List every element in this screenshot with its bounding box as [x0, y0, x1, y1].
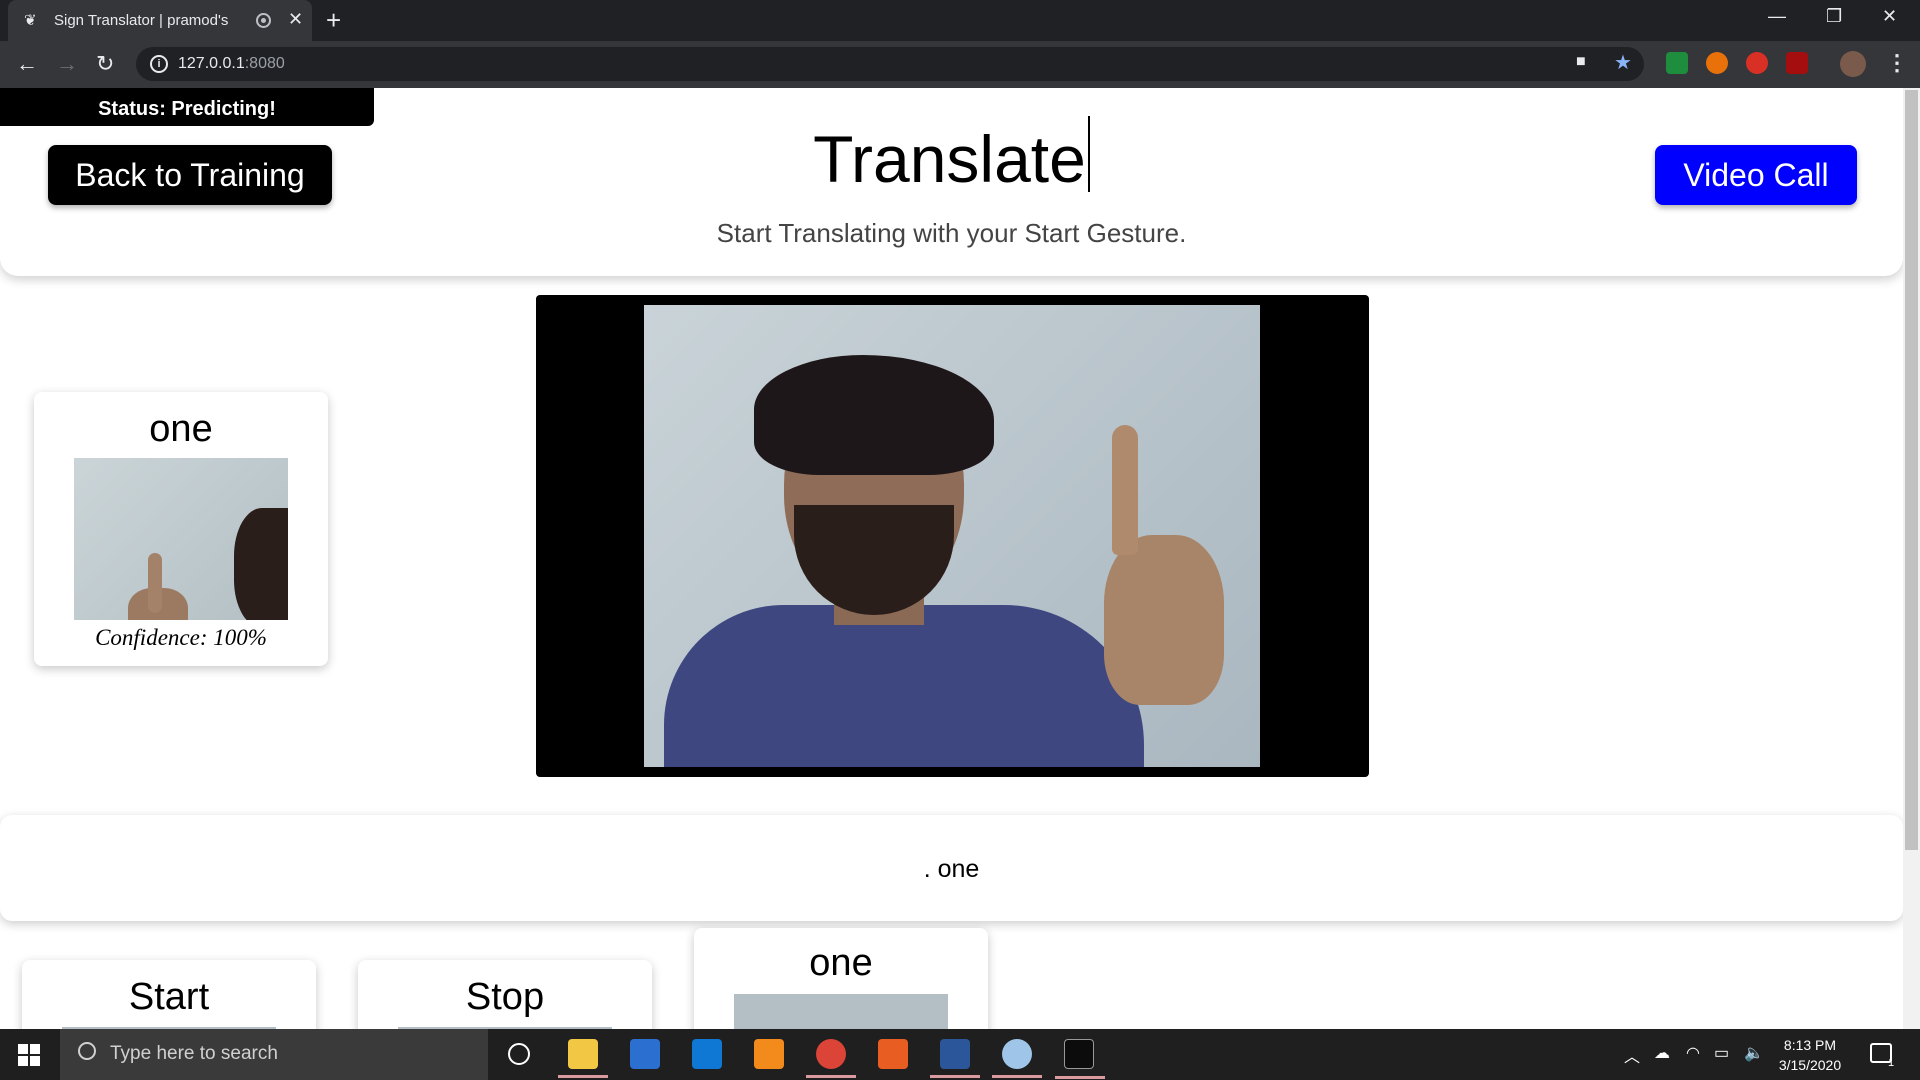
browser-tab-bar: ❦ Sign Translator | pramod's ✕ + — ❐ ✕: [0, 0, 1920, 41]
sublime-text-icon[interactable]: [754, 1039, 784, 1069]
gesture-thumbnail: [734, 994, 948, 1029]
person-beard: [794, 505, 954, 615]
recording-indicator-icon: [256, 13, 271, 28]
notification-count: 1: [1888, 1057, 1895, 1069]
person-hand: [1104, 535, 1224, 705]
sentence-output-card: . one: [0, 815, 1903, 921]
extension-icon[interactable]: [1666, 52, 1688, 74]
profile-avatar[interactable]: [1840, 51, 1866, 77]
browser-toolbar: ← → ↻ i 127.0.0.1:8080 ■ ★ ⋮: [0, 41, 1920, 88]
webcam-video-container: [536, 295, 1369, 777]
prediction-confidence: Confidence: 100%: [95, 625, 267, 650]
site-info-icon[interactable]: i: [150, 55, 168, 73]
new-tab-icon[interactable]: +: [326, 5, 341, 36]
gesture-card-stop[interactable]: Stop: [358, 960, 652, 1029]
person-hair: [754, 355, 994, 475]
back-arrow-icon[interactable]: ←: [16, 51, 38, 77]
video-call-button[interactable]: Video Call: [1655, 145, 1857, 205]
address-bar[interactable]: i 127.0.0.1:8080 ■ ★: [136, 47, 1644, 81]
header-card: Status: Predicting! Back to Training Tra…: [0, 88, 1903, 276]
tab-title: Sign Translator | pramod's: [54, 12, 229, 29]
bookmark-star-icon[interactable]: ★: [1614, 50, 1632, 75]
prediction-label: one: [149, 408, 213, 450]
page-title: Translate: [0, 116, 1903, 197]
gesture-label: Start: [128, 976, 210, 1018]
clock-time: 8:13 PM: [1783, 1037, 1837, 1053]
clock-date: 3/15/2020: [1778, 1057, 1842, 1073]
thumbnail-finger: [148, 553, 162, 613]
windows-start-icon[interactable]: [18, 1044, 40, 1066]
prediction-card: one Confidence: 100%: [34, 392, 328, 666]
scrollbar-thumb[interactable]: [1905, 90, 1918, 850]
onedrive-icon[interactable]: ☁: [1654, 1043, 1670, 1063]
taskbar-search-box[interactable]: Type here to search: [60, 1029, 488, 1080]
page-scrollbar[interactable]: [1903, 88, 1920, 1029]
windows-taskbar: Type here to search ︿ ☁ ◠ ▭ 🔈 8:13 PM 3/…: [0, 1029, 1920, 1080]
page-subtitle: Start Translating with your Start Gestur…: [716, 218, 1187, 248]
extension-icon[interactable]: [1706, 52, 1728, 74]
xampp-icon[interactable]: [878, 1039, 908, 1069]
url-port: :8080: [244, 55, 285, 72]
taskbar-clock[interactable]: 8:13 PM 3/15/2020: [1774, 1035, 1846, 1075]
reload-icon[interactable]: ↻: [96, 51, 114, 77]
person-shirt: [664, 605, 1144, 767]
gesture-label: one: [809, 942, 873, 984]
browser-tab[interactable]: ❦ Sign Translator | pramod's ✕: [8, 0, 312, 41]
mail-icon[interactable]: [692, 1039, 722, 1069]
gesture-card-start[interactable]: Start: [22, 960, 316, 1029]
page-title-text: Translate: [813, 122, 1086, 196]
terminal-icon[interactable]: [1055, 1039, 1105, 1079]
sentence-output: . one: [923, 855, 980, 883]
search-placeholder: Type here to search: [110, 1043, 278, 1064]
gesture-card-one[interactable]: one: [694, 928, 988, 1029]
forward-arrow-icon[interactable]: →: [56, 51, 78, 77]
person-finger: [1112, 425, 1138, 555]
restore-icon[interactable]: ❐: [1826, 6, 1842, 27]
close-tab-icon[interactable]: ✕: [288, 9, 303, 30]
paint-icon[interactable]: [992, 1039, 1042, 1078]
window-close-icon[interactable]: ✕: [1882, 6, 1897, 27]
site-favicon-icon: ❦: [24, 12, 37, 29]
file-explorer-icon[interactable]: [558, 1039, 608, 1078]
thumbnail-head: [234, 508, 288, 620]
wifi-icon[interactable]: ◠: [1686, 1043, 1700, 1063]
url-host: 127.0.0.1: [178, 55, 245, 72]
battery-icon[interactable]: ▭: [1714, 1043, 1729, 1063]
word-icon[interactable]: [930, 1039, 980, 1078]
store-icon[interactable]: [630, 1039, 660, 1069]
text-caret: [1087, 116, 1090, 192]
cortana-icon[interactable]: [508, 1043, 530, 1065]
pdf-extension-icon[interactable]: [1786, 52, 1808, 74]
webcam-video: [644, 305, 1260, 767]
search-icon: [78, 1042, 96, 1060]
prediction-thumbnail: [74, 458, 288, 620]
page-viewport: Status: Predicting! Back to Training Tra…: [0, 88, 1920, 1029]
tray-chevron-icon[interactable]: ︿: [1624, 1043, 1640, 1067]
browser-menu-icon[interactable]: ⋮: [1886, 50, 1908, 76]
camera-icon[interactable]: ■: [1576, 53, 1586, 71]
extension-icon[interactable]: [1746, 52, 1768, 74]
minimize-icon[interactable]: —: [1768, 6, 1786, 27]
url-text: 127.0.0.1:8080: [178, 55, 285, 73]
gesture-label: Stop: [465, 976, 545, 1018]
chrome-icon[interactable]: [806, 1039, 856, 1078]
volume-icon[interactable]: 🔈: [1744, 1043, 1764, 1063]
